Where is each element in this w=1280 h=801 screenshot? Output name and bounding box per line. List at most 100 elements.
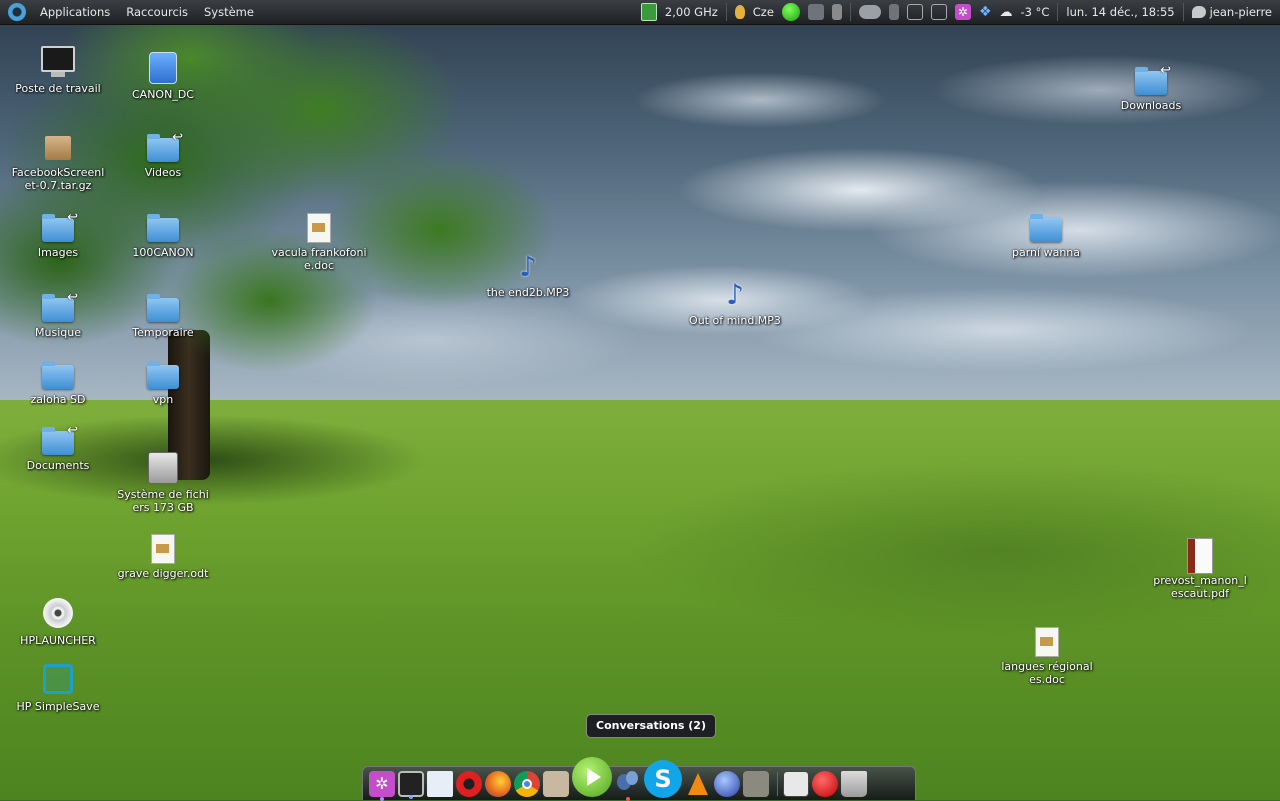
desktop-icon-systeme-de-fichiers[interactable]: Système de fichiers 173 GB: [113, 452, 213, 514]
folder-icon: [146, 290, 180, 324]
desktop-icon-label: parní wanna: [1012, 246, 1080, 259]
volume-icon[interactable]: [831, 4, 842, 20]
distro-logo-icon[interactable]: [8, 3, 26, 21]
desktop-icon-musique[interactable]: ↩ Musique: [8, 290, 108, 339]
desktop-icon-poste-de-travail[interactable]: Poste de travail: [8, 46, 108, 95]
desktop-icon-hp-simplesave[interactable]: HP SimpleSave: [8, 664, 108, 713]
desktop-icon-langues-regionales[interactable]: langues régionales.doc: [997, 624, 1097, 686]
play-media-icon[interactable]: [572, 756, 612, 797]
dropbox-icon[interactable]: ❖: [979, 4, 992, 20]
desktop-icon-grave-digger[interactable]: grave digger.odt: [113, 531, 213, 580]
record-icon[interactable]: [812, 770, 838, 797]
desktop-icon-out-of-mind[interactable]: ♪ Out of mind.MP3: [685, 278, 785, 327]
vlc-icon[interactable]: [685, 771, 711, 797]
dock-tooltip: Conversations (2): [586, 714, 716, 738]
hard-drive-icon: [146, 452, 180, 486]
weather-snow-icon[interactable]: ☁: [1000, 5, 1013, 20]
desktop-icon-documents[interactable]: ↩ Documents: [8, 423, 108, 472]
folder-link-icon: ↩: [146, 130, 183, 164]
gimp-icon[interactable]: [543, 770, 569, 797]
conversations-icon[interactable]: [615, 770, 641, 801]
camera-drive-icon: [146, 52, 180, 86]
system-tray: 2,00 GHz Cze ✲ ❖ ☁ -3 °C lun. 14 déc., 1…: [640, 0, 1280, 24]
tray-separator: [725, 3, 727, 21]
desktop-icon-prevost-manon-lescaut[interactable]: prevost_manon_lescaut.pdf: [1150, 538, 1250, 600]
desktop-icon-label: HP SimpleSave: [16, 700, 100, 713]
opera-icon[interactable]: [456, 770, 482, 797]
desktop-icon-label: Musique: [35, 326, 81, 339]
document-icon: [1030, 624, 1064, 658]
user-menu[interactable]: jean-pierre: [1191, 5, 1272, 19]
cloud-sync-icon[interactable]: [858, 5, 881, 19]
chrome-icon[interactable]: [514, 770, 540, 797]
menu-raccourcis[interactable]: Raccourcis: [118, 5, 196, 19]
firefox-icon[interactable]: [485, 770, 511, 797]
desktop-icon-zaloha-sd[interactable]: zaloha SD: [8, 357, 108, 406]
desktop-icon-temporaire[interactable]: Temporaire: [113, 290, 213, 339]
tray-separator: [849, 3, 851, 21]
cpu-freq-label[interactable]: 2,00 GHz: [665, 5, 718, 19]
columns-icon[interactable]: [783, 770, 809, 797]
music-icon: ♪: [726, 278, 744, 311]
trash-icon[interactable]: [841, 770, 867, 797]
folder-icon: [146, 210, 180, 244]
desktop-icon-parni-wanna[interactable]: parní wanna: [996, 210, 1096, 259]
document-icon: [302, 210, 336, 244]
hp-simplesave-icon: [41, 664, 75, 698]
desktop-icon-the-end2b[interactable]: ♪ the end2b.MP3: [478, 250, 578, 299]
clock[interactable]: lun. 14 déc., 18:55: [1066, 5, 1174, 19]
desktop-icon-label: Documents: [26, 459, 90, 472]
display-icon[interactable]: [930, 4, 947, 20]
document-icon: [146, 531, 180, 565]
desktop-icon-label: HPLAUNCHER: [20, 634, 96, 647]
card-reader-icon[interactable]: [807, 4, 824, 20]
folder-icon: [146, 357, 180, 391]
desktop-icon-100canon[interactable]: 100CANON: [113, 210, 213, 259]
terminal-icon[interactable]: [743, 770, 769, 797]
desktop-icon-label: FacebookScreenlet-0.7.tar.gz: [11, 166, 105, 192]
desktop-icon-videos[interactable]: ↩ Videos: [113, 130, 213, 179]
cd-icon: [41, 598, 75, 632]
skype-icon[interactable]: S: [644, 759, 682, 798]
desktop-icon-downloads[interactable]: ↩ Downloads: [1101, 63, 1201, 112]
globe-icon[interactable]: [714, 770, 740, 797]
desktop-icon-label: vacula frankofonie.doc: [271, 246, 367, 272]
folder-link-icon: ↩: [41, 210, 78, 244]
desktop-icon-vpn[interactable]: vpn: [113, 357, 213, 406]
cpu-freq-icon[interactable]: [640, 3, 657, 21]
settings-gear-icon[interactable]: ✲: [369, 770, 395, 801]
desktop-icon-label: 100CANON: [132, 246, 194, 259]
lightbulb-icon[interactable]: [734, 5, 745, 19]
desktop-icon-label: Poste de travail: [15, 82, 101, 95]
chat-bubble-icon: [1191, 6, 1206, 18]
desktop-icon-label: vpn: [152, 393, 174, 406]
desktop-icon-hplauncher[interactable]: HPLAUNCHER: [8, 598, 108, 647]
username: jean-pierre: [1209, 5, 1272, 19]
tray-separator: [1057, 3, 1059, 21]
desktop-icon-label: the end2b.MP3: [486, 286, 570, 299]
desktop-icon-label: Images: [37, 246, 79, 259]
status-online-icon[interactable]: [781, 3, 800, 21]
desktop-icon-facebookscreenlet[interactable]: FacebookScreenlet-0.7.tar.gz: [8, 130, 108, 192]
monitor-icon[interactable]: [398, 770, 424, 799]
desktop-icon-images[interactable]: ↩ Images: [8, 210, 108, 259]
desktop-icon-label: CANON_DC: [132, 88, 194, 101]
menu-systeme[interactable]: Système: [196, 5, 262, 19]
dock: ✲ S: [362, 756, 916, 801]
menu-applications[interactable]: Applications: [32, 5, 118, 19]
folder-icon: [41, 357, 75, 391]
battery-icon[interactable]: [888, 4, 899, 20]
desktop-icon-label: Downloads: [1120, 99, 1182, 112]
settings-gear-icon[interactable]: ✲: [954, 4, 971, 20]
desktop-icon-canon-dc[interactable]: CANON_DC: [113, 52, 213, 101]
desktop-icon-label: Videos: [144, 166, 182, 179]
text-editor-icon[interactable]: [427, 770, 453, 797]
keyboard-layout-label[interactable]: Cze: [753, 5, 774, 19]
folder-link-icon: ↩: [1134, 63, 1171, 97]
top-panel: Applications Raccourcis Système 2,00 GHz…: [0, 0, 1280, 25]
weather-temperature[interactable]: -3 °C: [1021, 5, 1050, 19]
pdf-icon: [1183, 538, 1217, 574]
network-plug-icon[interactable]: [906, 4, 923, 20]
desktop-icon-vacula-frankofonie[interactable]: vacula frankofonie.doc: [269, 210, 369, 272]
computer-icon: [41, 46, 75, 80]
